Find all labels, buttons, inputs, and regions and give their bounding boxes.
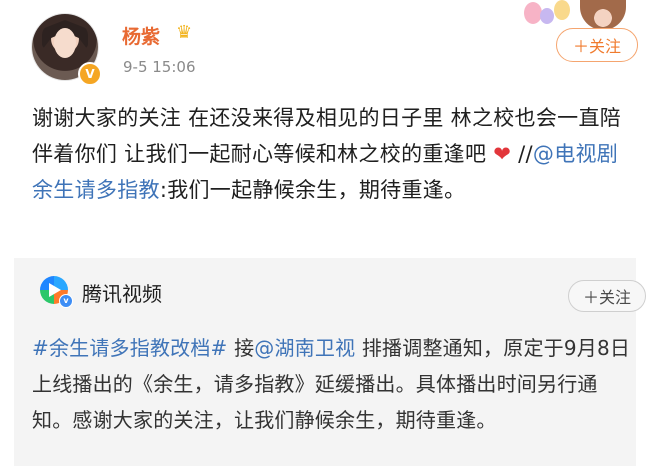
author-name[interactable]: 杨紫	[122, 22, 160, 49]
repost-follow-button[interactable]: ＋关注	[568, 280, 646, 312]
repost-source-name[interactable]: 腾讯视频	[82, 278, 162, 307]
avatar-face	[54, 28, 76, 58]
balloon-icon	[554, 0, 570, 20]
follow-button[interactable]: ＋关注	[556, 28, 638, 62]
tencent-video-logo-icon[interactable]: v	[40, 276, 73, 308]
repost-slashes: //	[511, 142, 533, 166]
post-text-tail: :我们一起静候余生，期待重逢。	[159, 178, 466, 202]
decoration-portrait	[580, 0, 626, 30]
mention-link[interactable]: @湖南卫视	[254, 336, 355, 360]
post-timestamp: 9-5 15:06	[123, 58, 196, 76]
verified-v-icon: v	[59, 294, 73, 308]
play-icon	[49, 283, 61, 297]
repost-body: #余生请多指教改档# 接@湖南卫视 排播调整通知，原定于9月8日上线播出的《余生…	[32, 330, 636, 438]
hashtag-link[interactable]: #余生请多指教改档#	[32, 336, 228, 360]
repost-text: 接	[227, 336, 255, 360]
verified-v-icon: V	[78, 62, 102, 86]
post-body: 谢谢大家的关注 在还没来得及相见的日子里 林之校也会一直陪伴着你们 让我们一起耐…	[32, 100, 638, 208]
balloon-icon	[540, 8, 554, 24]
heart-icon: ❤	[493, 142, 512, 166]
crown-icon: ♛	[176, 22, 193, 43]
